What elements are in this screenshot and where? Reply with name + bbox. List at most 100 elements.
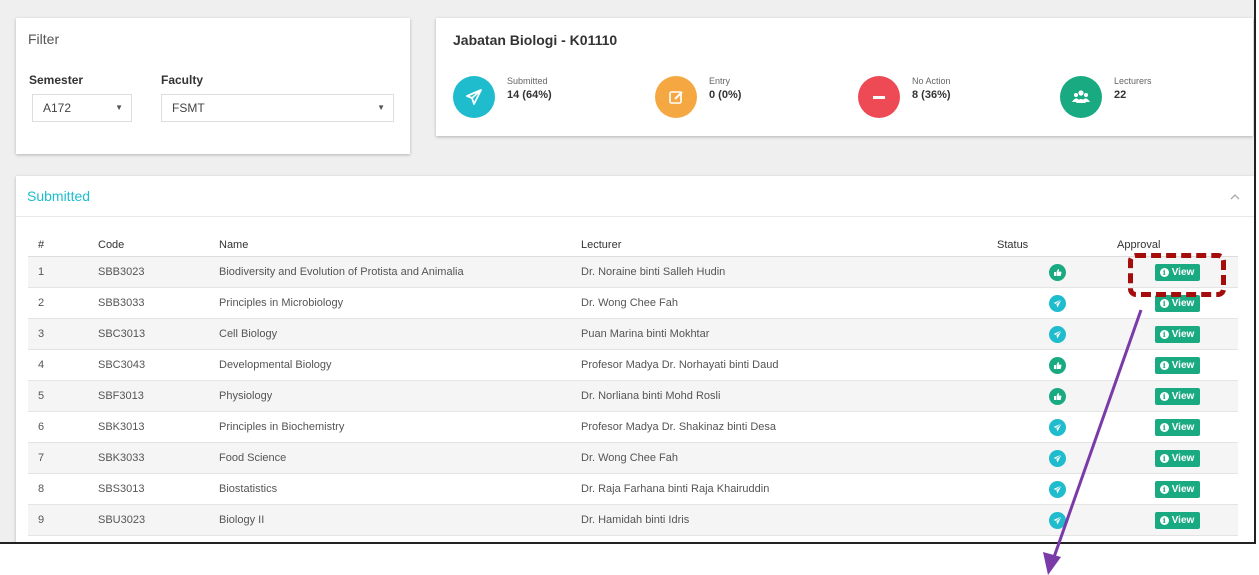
faculty-select[interactable]: FSMT ▼	[161, 94, 394, 122]
cell-approval: i View	[1117, 318, 1238, 350]
paper-plane-icon	[453, 76, 495, 118]
faculty-label: Faculty	[161, 73, 204, 87]
view-button[interactable]: i View	[1154, 325, 1201, 343]
info-icon: i	[1159, 515, 1169, 525]
cell-name: Biology II	[219, 504, 581, 536]
table-row: 2 SBB3033 Principles in Microbiology Dr. Wo…	[28, 287, 1238, 319]
table-row: 5 SBF3013 Physiology Dr. Norliana binti Moh…	[28, 380, 1238, 412]
view-label: View	[1171, 390, 1195, 402]
cell-approval: i View	[1117, 256, 1238, 288]
cell-name: Cell Biology	[219, 318, 581, 350]
submitted-table: # Code Name Lecturer Status Approval 1 SB…	[28, 234, 1238, 536]
cell-code: SBK3013	[98, 411, 219, 443]
cell-lecturer: Dr. Norliana binti Mohd Rosli	[581, 380, 997, 412]
thumbs-up-icon	[1048, 263, 1066, 281]
info-icon: i	[1159, 453, 1169, 463]
table-header-row: # Code Name Lecturer Status Approval	[28, 234, 1238, 257]
minus-icon	[858, 76, 900, 118]
semester-value: A172	[43, 101, 72, 115]
view-label: View	[1171, 452, 1195, 464]
cell-status	[997, 256, 1117, 288]
column-header-approval: Approval	[1117, 234, 1238, 257]
view-button[interactable]: i View	[1154, 418, 1201, 436]
view-label: View	[1171, 297, 1195, 309]
view-button[interactable]: i View	[1154, 387, 1201, 405]
view-button[interactable]: i View	[1154, 480, 1201, 498]
cell-approval: i View	[1117, 380, 1238, 412]
view-button[interactable]: i View	[1154, 263, 1201, 281]
table-row: 3 SBC3013 Cell Biology Puan Marina binti Mo…	[28, 318, 1238, 350]
view-button[interactable]: i View	[1154, 356, 1201, 374]
department-summary: Jabatan Biologi - K01110 Submitted 14 (6…	[436, 18, 1253, 136]
faculty-value: FSMT	[172, 101, 205, 115]
cell-status	[997, 473, 1117, 505]
cell-code: SBU3023	[98, 504, 219, 536]
cell-number: 4	[28, 349, 98, 381]
column-header-status: Status	[997, 234, 1117, 257]
cell-name: Principles in Microbiology	[219, 287, 581, 319]
panel-title: Submitted	[27, 188, 91, 204]
filter-title: Filter	[28, 31, 60, 47]
info-icon: i	[1159, 298, 1169, 308]
cell-number: 7	[28, 442, 98, 474]
column-header-name: Name	[219, 234, 581, 257]
semester-label: Semester	[29, 73, 84, 87]
paper-plane-icon	[1048, 480, 1066, 498]
cell-approval: i View	[1117, 287, 1238, 319]
cell-approval: i View	[1117, 504, 1238, 536]
users-icon	[1060, 76, 1102, 118]
cell-lecturer: Profesor Madya Dr. Norhayati binti Daud	[581, 349, 997, 381]
cell-lecturer: Puan Marina binti Mokhtar	[581, 318, 997, 350]
cell-code: SBK3033	[98, 442, 219, 474]
info-icon: i	[1159, 267, 1169, 277]
view-button[interactable]: i View	[1154, 511, 1201, 529]
cell-number: 8	[28, 473, 98, 505]
filter-panel: Filter Semester A172 ▼ Faculty FSMT ▼	[16, 18, 410, 154]
thumbs-up-icon	[1048, 356, 1066, 374]
cell-lecturer: Dr. Hamidah binti Idris	[581, 504, 997, 536]
chevron-up-icon[interactable]	[1230, 192, 1240, 203]
cell-code: SBC3013	[98, 318, 219, 350]
cell-approval: i View	[1117, 411, 1238, 443]
view-label: View	[1171, 359, 1195, 371]
cell-status	[997, 411, 1117, 443]
thumbs-up-icon	[1048, 387, 1066, 405]
cell-code: SBB3023	[98, 256, 219, 288]
cell-code: SBC3043	[98, 349, 219, 381]
info-icon: i	[1159, 360, 1169, 370]
app-frame: Filter Semester A172 ▼ Faculty FSMT ▼ Ja…	[0, 0, 1256, 544]
cell-name: Developmental Biology	[219, 349, 581, 381]
caret-down-icon: ▼	[377, 103, 385, 112]
stat-label: Entry	[709, 76, 731, 86]
info-icon: i	[1159, 484, 1169, 494]
semester-select[interactable]: A172 ▼	[32, 94, 132, 122]
column-header-number: #	[28, 234, 98, 257]
cell-approval: i View	[1117, 442, 1238, 474]
cell-number: 6	[28, 411, 98, 443]
cell-status	[997, 442, 1117, 474]
cell-status	[997, 504, 1117, 536]
cell-lecturer: Dr. Raja Farhana binti Raja Khairuddin	[581, 473, 997, 505]
stat-label: Lecturers	[1114, 76, 1152, 86]
stat-label: No Action	[912, 76, 951, 86]
cell-status	[997, 287, 1117, 319]
cell-name: Biostatistics	[219, 473, 581, 505]
caret-down-icon: ▼	[115, 103, 123, 112]
view-button[interactable]: i View	[1154, 294, 1201, 312]
table-row: 8 SBS3013 Biostatistics Dr. Raja Farhana bi…	[28, 473, 1238, 505]
cell-number: 9	[28, 504, 98, 536]
cell-name: Food Science	[219, 442, 581, 474]
paper-plane-icon	[1048, 449, 1066, 467]
cell-number: 5	[28, 380, 98, 412]
cell-status	[997, 349, 1117, 381]
table-row: 7 SBK3033 Food Science Dr. Wong Chee Fah i Vi…	[28, 442, 1238, 474]
cell-number: 2	[28, 287, 98, 319]
paper-plane-icon	[1048, 418, 1066, 436]
view-button[interactable]: i View	[1154, 449, 1201, 467]
stat-label: Submitted	[507, 76, 548, 86]
cell-code: SBF3013	[98, 380, 219, 412]
cell-code: SBB3033	[98, 287, 219, 319]
cell-code: SBS3013	[98, 473, 219, 505]
department-title: Jabatan Biologi - K01110	[453, 32, 618, 48]
stat-value: 14 (64%)	[507, 89, 552, 101]
